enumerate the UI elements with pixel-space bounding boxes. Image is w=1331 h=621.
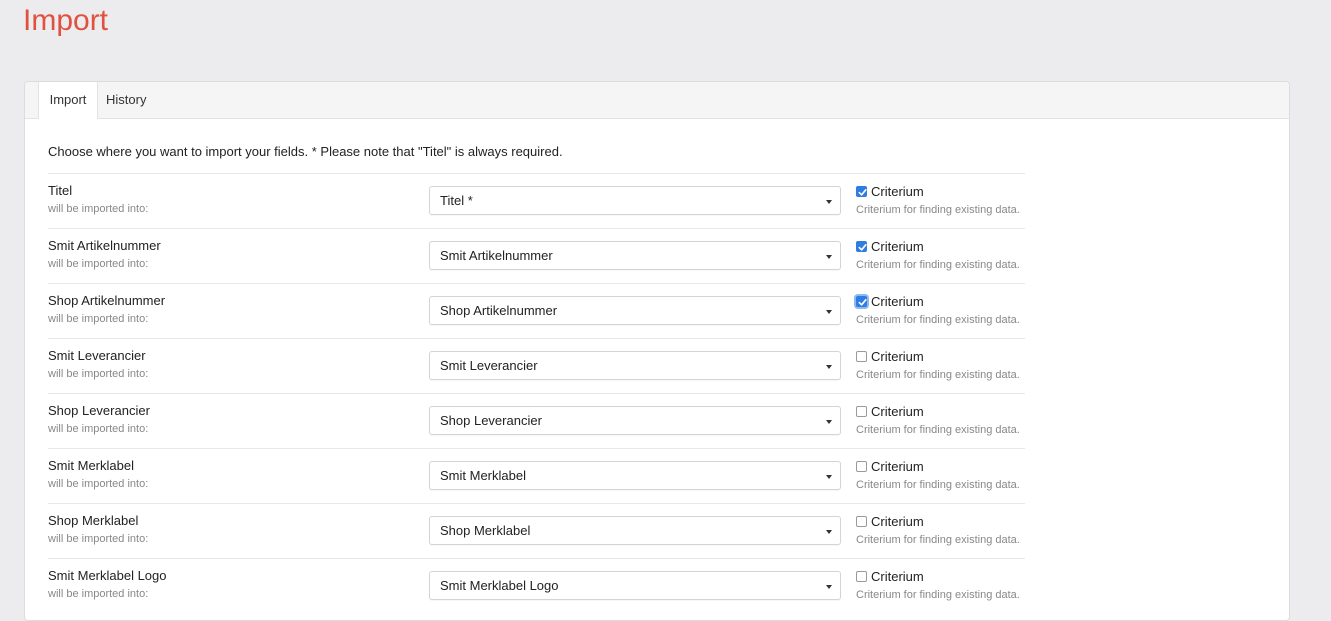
source-field-name: Smit Artikelnummer <box>48 238 161 253</box>
select-value: Shop Leverancier <box>440 413 542 428</box>
caret-down-icon <box>826 475 832 479</box>
criterium-checkbox[interactable] <box>856 461 867 472</box>
criterium-checkbox[interactable] <box>856 571 867 582</box>
source-field-name: Shop Leverancier <box>48 403 150 418</box>
mapping-row: Smit Leverancier will be imported into: Sm… <box>48 338 1025 393</box>
checkmark-icon <box>858 244 867 251</box>
criterium-label[interactable]: Criterium <box>871 569 924 584</box>
criterium-checkbox[interactable] <box>856 351 867 362</box>
criterium-group: Criterium Criterium for finding existing … <box>856 569 1026 609</box>
field-hint: will be imported into: <box>48 368 149 380</box>
source-field-name: Titel <box>48 183 73 198</box>
criterium-group: Criterium Criterium for finding existing … <box>856 184 1026 224</box>
criterium-checkbox[interactable] <box>856 406 867 417</box>
target-field-select[interactable]: Titel * <box>429 186 841 215</box>
select-value: Smit Leverancier <box>440 358 538 373</box>
checkmark-icon <box>858 299 867 306</box>
source-field-name: Smit Merklabel Logo <box>48 568 167 583</box>
criterium-checkbox[interactable] <box>856 516 867 527</box>
target-field-select[interactable]: Shop Artikelnummer <box>429 296 841 325</box>
select-value: Shop Artikelnummer <box>440 303 558 318</box>
select-value: Shop Merklabel <box>440 523 531 538</box>
criterium-label[interactable]: Criterium <box>871 294 924 309</box>
target-field-select[interactable]: Smit Merklabel Logo <box>429 571 841 600</box>
checkmark-icon <box>858 189 867 196</box>
criterium-group: Criterium Criterium for finding existing … <box>856 349 1026 389</box>
mapping-row: Titel will be imported into: Titel * Criter… <box>48 173 1025 228</box>
import-panel: Import History Choose where you want to … <box>24 81 1290 621</box>
criterium-help-text: Criterium for finding existing data. <box>856 204 1020 216</box>
select-value: Titel * <box>440 193 473 208</box>
field-hint: will be imported into: <box>48 313 149 325</box>
select-value: Smit Merklabel <box>440 468 526 483</box>
criterium-help-text: Criterium for finding existing data. <box>856 479 1020 491</box>
criterium-group: Criterium Criterium for finding existing … <box>856 514 1026 554</box>
field-hint: will be imported into: <box>48 203 149 215</box>
target-field-select[interactable]: Smit Artikelnummer <box>429 241 841 270</box>
mapping-row: Smit Merklabel Logo will be imported into… <box>48 558 1025 613</box>
source-field-name: Smit Leverancier <box>48 348 146 363</box>
criterium-label[interactable]: Criterium <box>871 404 924 419</box>
select-value: Smit Merklabel Logo <box>440 578 559 593</box>
tab-bar: Import History <box>25 82 1289 119</box>
mapping-row: Shop Artikelnummer will be imported into:… <box>48 283 1025 338</box>
criterium-checkbox[interactable] <box>856 296 867 307</box>
select-value: Smit Artikelnummer <box>440 248 553 263</box>
criterium-help-text: Criterium for finding existing data. <box>856 259 1020 271</box>
criterium-help-text: Criterium for finding existing data. <box>856 314 1020 326</box>
caret-down-icon <box>826 365 832 369</box>
criterium-group: Criterium Criterium for finding existing … <box>856 294 1026 334</box>
field-mapping-list: Titel will be imported into: Titel * Criter… <box>48 173 1025 613</box>
target-field-select[interactable]: Shop Merklabel <box>429 516 841 545</box>
page-title: Import <box>23 4 109 37</box>
criterium-group: Criterium Criterium for finding existing … <box>856 404 1026 444</box>
caret-down-icon <box>826 530 832 534</box>
field-hint: will be imported into: <box>48 423 149 435</box>
criterium-label[interactable]: Criterium <box>871 184 924 199</box>
field-hint: will be imported into: <box>48 533 149 545</box>
criterium-label[interactable]: Criterium <box>871 514 924 529</box>
criterium-label[interactable]: Criterium <box>871 239 924 254</box>
tab-import[interactable]: Import <box>38 82 98 119</box>
criterium-help-text: Criterium for finding existing data. <box>856 534 1020 546</box>
field-hint: will be imported into: <box>48 588 149 600</box>
intro-text: Choose where you want to import your fie… <box>48 144 563 159</box>
caret-down-icon <box>826 420 832 424</box>
criterium-group: Criterium Criterium for finding existing … <box>856 239 1026 279</box>
target-field-select[interactable]: Shop Leverancier <box>429 406 841 435</box>
criterium-group: Criterium Criterium for finding existing … <box>856 459 1026 499</box>
mapping-row: Shop Merklabel will be imported into: Shop… <box>48 503 1025 558</box>
target-field-select[interactable]: Smit Leverancier <box>429 351 841 380</box>
criterium-label[interactable]: Criterium <box>871 349 924 364</box>
field-hint: will be imported into: <box>48 478 149 490</box>
criterium-help-text: Criterium for finding existing data. <box>856 369 1020 381</box>
caret-down-icon <box>826 585 832 589</box>
mapping-row: Shop Leverancier will be imported into: Sh… <box>48 393 1025 448</box>
caret-down-icon <box>826 310 832 314</box>
caret-down-icon <box>826 200 832 204</box>
source-field-name: Shop Artikelnummer <box>48 293 166 308</box>
mapping-row: Smit Merklabel will be imported into: Smit… <box>48 448 1025 503</box>
target-field-select[interactable]: Smit Merklabel <box>429 461 841 490</box>
field-hint: will be imported into: <box>48 258 149 270</box>
mapping-row: Smit Artikelnummer will be imported into:… <box>48 228 1025 283</box>
caret-down-icon <box>826 255 832 259</box>
source-field-name: Smit Merklabel <box>48 458 134 473</box>
criterium-checkbox[interactable] <box>856 186 867 197</box>
tab-history[interactable]: History <box>106 82 146 119</box>
source-field-name: Shop Merklabel <box>48 513 139 528</box>
criterium-checkbox[interactable] <box>856 241 867 252</box>
criterium-help-text: Criterium for finding existing data. <box>856 424 1020 436</box>
criterium-label[interactable]: Criterium <box>871 459 924 474</box>
criterium-help-text: Criterium for finding existing data. <box>856 589 1020 601</box>
